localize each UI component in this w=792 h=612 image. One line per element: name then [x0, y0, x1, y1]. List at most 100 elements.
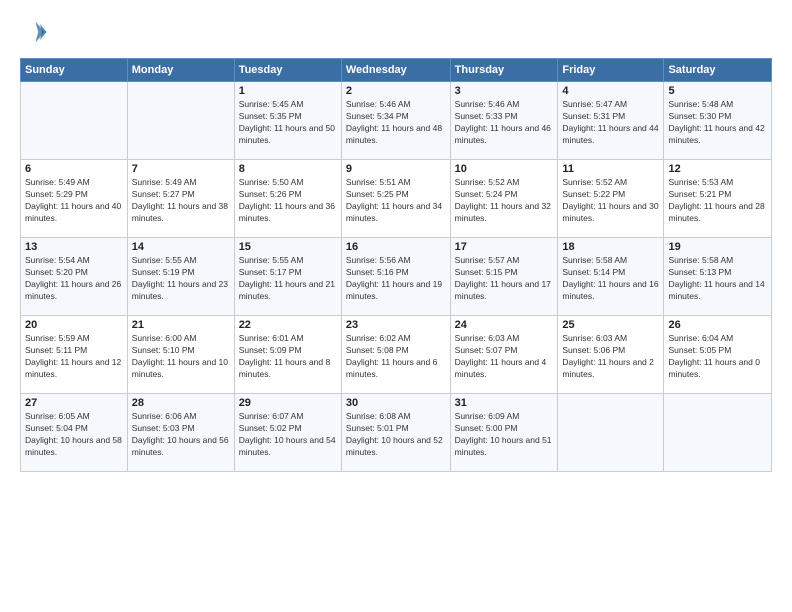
- col-header-saturday: Saturday: [664, 59, 772, 82]
- col-header-wednesday: Wednesday: [341, 59, 450, 82]
- day-info: Sunrise: 6:05 AM Sunset: 5:04 PM Dayligh…: [25, 411, 123, 459]
- cell-w4-d3: 30 Sunrise: 6:08 AM Sunset: 5:01 PM Dayli…: [341, 394, 450, 472]
- day-info: Sunrise: 5:59 AM Sunset: 5:11 PM Dayligh…: [25, 333, 123, 381]
- day-info: Sunrise: 6:03 AM Sunset: 5:06 PM Dayligh…: [562, 333, 659, 381]
- day-info: Sunrise: 5:56 AM Sunset: 5:16 PM Dayligh…: [346, 255, 446, 303]
- week-row-2: 6 Sunrise: 5:49 AM Sunset: 5:29 PM Daylig…: [21, 160, 772, 238]
- day-info: Sunrise: 6:02 AM Sunset: 5:08 PM Dayligh…: [346, 333, 446, 381]
- day-info: Sunrise: 5:57 AM Sunset: 5:15 PM Dayligh…: [455, 255, 554, 303]
- week-row-3: 13 Sunrise: 5:54 AM Sunset: 5:20 PM Dayli…: [21, 238, 772, 316]
- cell-w2-d6: 19 Sunrise: 5:58 AM Sunset: 5:13 PM Dayli…: [664, 238, 772, 316]
- cell-w2-d0: 13 Sunrise: 5:54 AM Sunset: 5:20 PM Dayli…: [21, 238, 128, 316]
- day-info: Sunrise: 5:51 AM Sunset: 5:25 PM Dayligh…: [346, 177, 446, 225]
- cell-w2-d2: 15 Sunrise: 5:55 AM Sunset: 5:17 PM Dayli…: [234, 238, 341, 316]
- day-info: Sunrise: 6:06 AM Sunset: 5:03 PM Dayligh…: [132, 411, 230, 459]
- day-number: 19: [668, 241, 767, 253]
- cell-w3-d2: 22 Sunrise: 6:01 AM Sunset: 5:09 PM Dayli…: [234, 316, 341, 394]
- cell-w0-d2: 1 Sunrise: 5:45 AM Sunset: 5:35 PM Daylig…: [234, 82, 341, 160]
- day-info: Sunrise: 5:52 AM Sunset: 5:24 PM Dayligh…: [455, 177, 554, 225]
- header-row: SundayMondayTuesdayWednesdayThursdayFrid…: [21, 59, 772, 82]
- day-info: Sunrise: 5:47 AM Sunset: 5:31 PM Dayligh…: [562, 99, 659, 147]
- day-info: Sunrise: 6:09 AM Sunset: 5:00 PM Dayligh…: [455, 411, 554, 459]
- day-number: 22: [239, 319, 337, 331]
- day-number: 24: [455, 319, 554, 331]
- cell-w4-d0: 27 Sunrise: 6:05 AM Sunset: 5:04 PM Dayli…: [21, 394, 128, 472]
- day-number: 2: [346, 85, 446, 97]
- day-number: 25: [562, 319, 659, 331]
- cell-w1-d2: 8Sunrise: 5:50 AM Sunset: 5:26 PM Daylig…: [234, 160, 341, 238]
- day-number: 10: [455, 163, 554, 175]
- week-row-5: 27 Sunrise: 6:05 AM Sunset: 5:04 PM Dayli…: [21, 394, 772, 472]
- day-info: Sunrise: 5:48 AM Sunset: 5:30 PM Dayligh…: [668, 99, 767, 147]
- day-number: 15: [239, 241, 337, 253]
- cell-w4-d5: [558, 394, 664, 472]
- cell-w4-d1: 28 Sunrise: 6:06 AM Sunset: 5:03 PM Dayli…: [127, 394, 234, 472]
- col-header-friday: Friday: [558, 59, 664, 82]
- day-number: 21: [132, 319, 230, 331]
- day-number: 18: [562, 241, 659, 253]
- day-info: Sunrise: 5:58 AM Sunset: 5:14 PM Dayligh…: [562, 255, 659, 303]
- day-info: Sunrise: 6:01 AM Sunset: 5:09 PM Dayligh…: [239, 333, 337, 381]
- cell-w2-d5: 18 Sunrise: 5:58 AM Sunset: 5:14 PM Dayli…: [558, 238, 664, 316]
- day-info: Sunrise: 5:46 AM Sunset: 5:34 PM Dayligh…: [346, 99, 446, 147]
- cell-w3-d4: 24 Sunrise: 6:03 AM Sunset: 5:07 PM Dayli…: [450, 316, 558, 394]
- cell-w0-d1: [127, 82, 234, 160]
- day-info: Sunrise: 6:00 AM Sunset: 5:10 PM Dayligh…: [132, 333, 230, 381]
- day-number: 3: [455, 85, 554, 97]
- day-number: 16: [346, 241, 446, 253]
- week-row-1: 1 Sunrise: 5:45 AM Sunset: 5:35 PM Daylig…: [21, 82, 772, 160]
- cell-w2-d3: 16 Sunrise: 5:56 AM Sunset: 5:16 PM Dayli…: [341, 238, 450, 316]
- day-number: 4: [562, 85, 659, 97]
- cell-w3-d1: 21 Sunrise: 6:00 AM Sunset: 5:10 PM Dayli…: [127, 316, 234, 394]
- day-number: 28: [132, 397, 230, 409]
- day-info: Sunrise: 5:53 AM Sunset: 5:21 PM Dayligh…: [668, 177, 767, 225]
- cell-w4-d6: [664, 394, 772, 472]
- day-number: 20: [25, 319, 123, 331]
- day-info: Sunrise: 6:04 AM Sunset: 5:05 PM Dayligh…: [668, 333, 767, 381]
- cell-w0-d5: 4 Sunrise: 5:47 AM Sunset: 5:31 PM Daylig…: [558, 82, 664, 160]
- day-number: 9: [346, 163, 446, 175]
- day-info: Sunrise: 5:45 AM Sunset: 5:35 PM Dayligh…: [239, 99, 337, 147]
- col-header-tuesday: Tuesday: [234, 59, 341, 82]
- cell-w1-d4: 10 Sunrise: 5:52 AM Sunset: 5:24 PM Dayli…: [450, 160, 558, 238]
- day-number: 30: [346, 397, 446, 409]
- day-number: 12: [668, 163, 767, 175]
- cell-w0-d0: [21, 82, 128, 160]
- cell-w1-d3: 9 Sunrise: 5:51 AM Sunset: 5:25 PM Daylig…: [341, 160, 450, 238]
- cell-w3-d0: 20 Sunrise: 5:59 AM Sunset: 5:11 PM Dayli…: [21, 316, 128, 394]
- day-info: Sunrise: 6:07 AM Sunset: 5:02 PM Dayligh…: [239, 411, 337, 459]
- day-number: 6: [25, 163, 123, 175]
- day-number: 26: [668, 319, 767, 331]
- day-info: Sunrise: 5:58 AM Sunset: 5:13 PM Dayligh…: [668, 255, 767, 303]
- cell-w2-d1: 14Sunrise: 5:55 AM Sunset: 5:19 PM Dayli…: [127, 238, 234, 316]
- day-info: Sunrise: 6:08 AM Sunset: 5:01 PM Dayligh…: [346, 411, 446, 459]
- col-header-monday: Monday: [127, 59, 234, 82]
- logo-icon: [20, 18, 48, 46]
- col-header-sunday: Sunday: [21, 59, 128, 82]
- day-info: Sunrise: 6:03 AM Sunset: 5:07 PM Dayligh…: [455, 333, 554, 381]
- day-number: 11: [562, 163, 659, 175]
- cell-w1-d1: 7Sunrise: 5:49 AM Sunset: 5:27 PM Daylig…: [127, 160, 234, 238]
- day-info: Sunrise: 5:50 AM Sunset: 5:26 PM Dayligh…: [239, 177, 337, 225]
- day-info: Sunrise: 5:49 AM Sunset: 5:29 PM Dayligh…: [25, 177, 123, 225]
- day-number: 13: [25, 241, 123, 253]
- cell-w4-d4: 31 Sunrise: 6:09 AM Sunset: 5:00 PM Dayli…: [450, 394, 558, 472]
- day-number: 27: [25, 397, 123, 409]
- day-number: 17: [455, 241, 554, 253]
- cell-w4-d2: 29 Sunrise: 6:07 AM Sunset: 5:02 PM Dayli…: [234, 394, 341, 472]
- cell-w3-d5: 25 Sunrise: 6:03 AM Sunset: 5:06 PM Dayli…: [558, 316, 664, 394]
- cell-w1-d0: 6 Sunrise: 5:49 AM Sunset: 5:29 PM Daylig…: [21, 160, 128, 238]
- day-number: 1: [239, 85, 337, 97]
- day-number: 29: [239, 397, 337, 409]
- header: [20, 18, 772, 46]
- day-info: Sunrise: 5:55 AM Sunset: 5:17 PM Dayligh…: [239, 255, 337, 303]
- day-number: 31: [455, 397, 554, 409]
- page: SundayMondayTuesdayWednesdayThursdayFrid…: [0, 0, 792, 482]
- cell-w1-d6: 12 Sunrise: 5:53 AM Sunset: 5:21 PM Dayli…: [664, 160, 772, 238]
- calendar-table: SundayMondayTuesdayWednesdayThursdayFrid…: [20, 58, 772, 472]
- logo: [20, 18, 52, 46]
- day-info: Sunrise: 5:54 AM Sunset: 5:20 PM Dayligh…: [25, 255, 123, 303]
- day-number: 14: [132, 241, 230, 253]
- cell-w2-d4: 17 Sunrise: 5:57 AM Sunset: 5:15 PM Dayli…: [450, 238, 558, 316]
- cell-w0-d3: 2 Sunrise: 5:46 AM Sunset: 5:34 PM Daylig…: [341, 82, 450, 160]
